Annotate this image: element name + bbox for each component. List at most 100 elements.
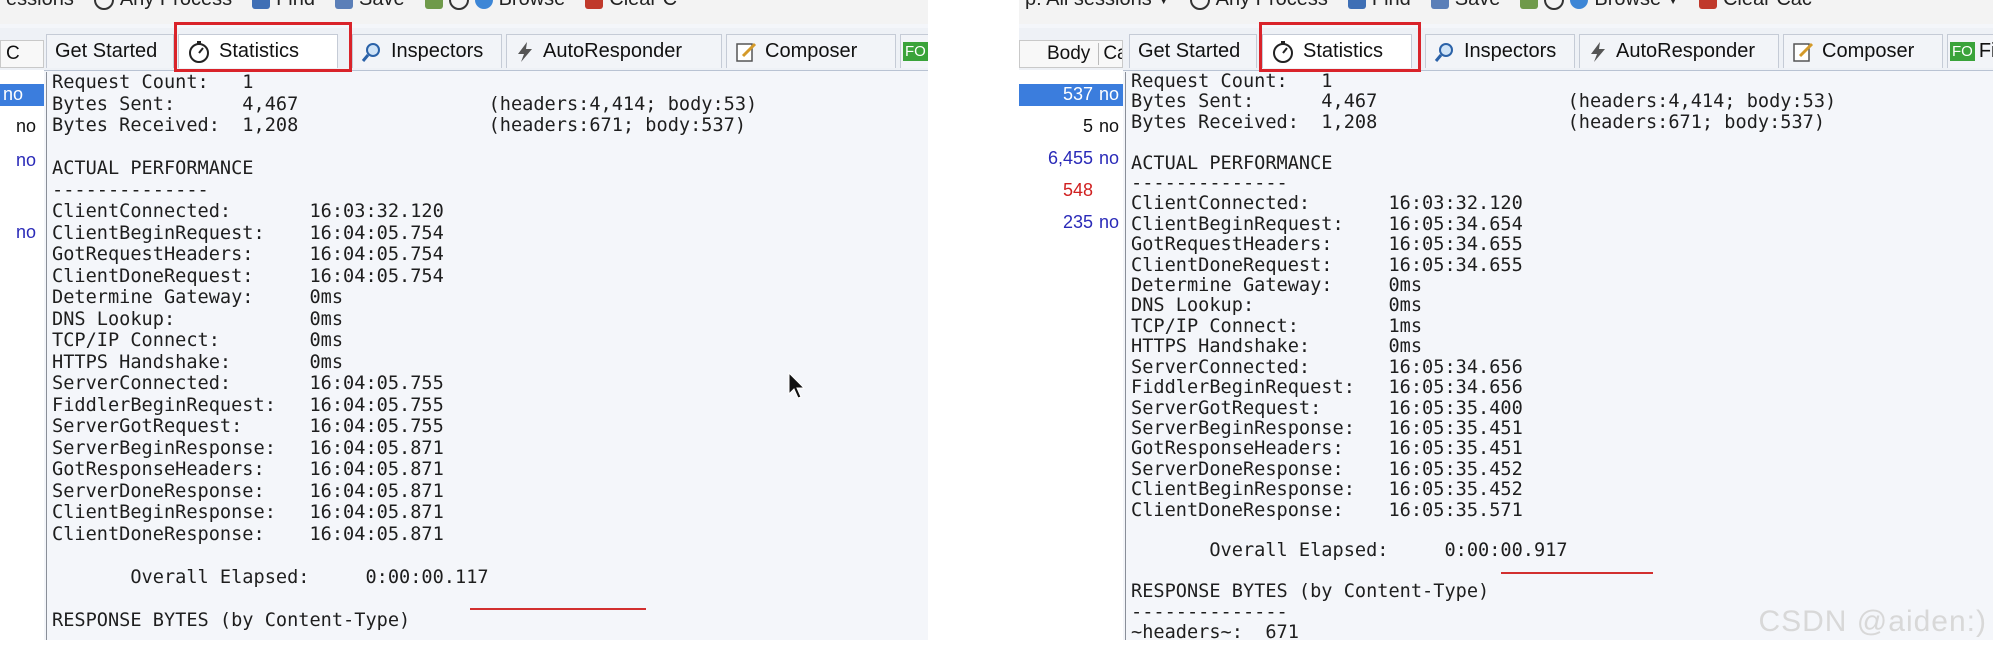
tab-label: Get Started <box>1138 40 1241 62</box>
tab-autoresponder[interactable]: AutoResponder <box>1579 34 1779 68</box>
session-filter-dropdown[interactable]: essions <box>6 0 74 11</box>
browse-button[interactable]: Browse ▼ <box>1520 0 1679 11</box>
list-item[interactable]: no <box>0 84 44 106</box>
lightning-icon <box>1591 41 1605 62</box>
clear-icon <box>585 0 604 9</box>
list-item[interactable]: 5 no <box>1019 116 1123 138</box>
tab-label: Inspectors <box>1464 40 1557 62</box>
tab-label: Fi <box>1978 40 1993 62</box>
body-cell: 235 <box>1062 212 1093 232</box>
clear-cache-button[interactable]: Clear C <box>585 0 677 11</box>
binoculars-icon <box>252 0 271 9</box>
session-filter-label: p: All sessions <box>1025 0 1152 11</box>
chevron-down-icon: ▼ <box>1158 0 1170 7</box>
column-header-caching[interactable]: Ca <box>1098 43 1122 65</box>
tab-label: Get Started <box>55 40 158 62</box>
statistics-pane[interactable]: Request Count: 1 Bytes Sent: 4,467 (head… <box>46 72 928 640</box>
crosshair-icon <box>1189 0 1210 10</box>
browser-icon <box>1570 0 1589 9</box>
tab-autoresponder[interactable]: AutoResponder <box>506 34 722 68</box>
stopwatch-icon <box>448 0 469 10</box>
session-filter-dropdown[interactable]: p: All sessions ▼ <box>1025 0 1170 11</box>
clear-cache-button[interactable]: Clear Cac <box>1698 0 1812 11</box>
timer-icon <box>1520 0 1539 9</box>
timer-icon <box>424 0 443 9</box>
body-cell: 6,455 <box>1047 148 1093 168</box>
save-icon <box>1430 0 1449 9</box>
clear-icon <box>1698 0 1717 9</box>
browse-label: Browse <box>1594 0 1661 11</box>
tab-fiddler-orchestra[interactable]: FO Fi <box>1947 34 1993 68</box>
tab-get-started[interactable]: Get Started <box>1129 34 1257 68</box>
compose-icon <box>1793 42 1814 62</box>
tab-label: Composer <box>765 40 858 62</box>
tab-label: Composer <box>1822 40 1915 62</box>
body-cell: 5 <box>1082 116 1093 136</box>
list-item[interactable]: no <box>16 222 36 243</box>
save-label: Save <box>1455 0 1501 11</box>
fo-icon: FO <box>1950 42 1975 61</box>
find-button[interactable]: Find <box>252 0 315 11</box>
session-grid-header: C <box>0 40 44 68</box>
highlight-box <box>1259 22 1421 72</box>
save-label: Save <box>359 0 405 11</box>
browse-button[interactable]: Browse <box>424 0 566 11</box>
browse-label: Browse <box>499 0 566 11</box>
compose-icon <box>736 42 757 62</box>
tab-composer[interactable]: Composer <box>1783 34 1943 68</box>
binoculars-icon <box>1347 0 1366 9</box>
caching-cell: no <box>1098 212 1119 232</box>
watermark: CSDN @aiden:) <box>1758 605 1987 638</box>
statistics-text: Request Count: 1 Bytes Sent: 4,467 (head… <box>1131 71 1837 640</box>
elapsed-underline <box>1501 572 1653 574</box>
session-grid-header: Body Ca <box>1019 40 1123 68</box>
session-list: no no no no <box>0 70 44 640</box>
caching-cell: no <box>1098 148 1119 168</box>
statistics-text: Request Count: 1 Bytes Sent: 4,467 (head… <box>52 72 758 631</box>
tab-composer[interactable]: Composer <box>726 34 896 68</box>
column-header-body[interactable]: Body <box>1047 43 1090 65</box>
fo-icon: FO <box>903 42 928 61</box>
find-label: Find <box>1372 0 1411 11</box>
tab-label: AutoResponder <box>1616 40 1755 62</box>
list-item[interactable]: no <box>16 116 36 137</box>
caching-cell: no <box>3 84 24 104</box>
find-button[interactable]: Find <box>1347 0 1411 11</box>
list-item[interactable]: 235 no <box>1019 212 1123 234</box>
chevron-down-icon: ▼ <box>1667 0 1679 7</box>
any-process-label: Any Process <box>120 0 232 11</box>
caching-cell: no <box>16 116 37 136</box>
any-process-button[interactable]: Any Process <box>93 0 232 11</box>
list-item[interactable]: 537 no <box>1019 84 1123 106</box>
list-item[interactable]: 548 <box>1019 180 1123 202</box>
caching-cell: no <box>1098 84 1119 104</box>
highlight-box <box>174 22 352 72</box>
tab-inspectors[interactable]: Inspectors <box>1425 34 1575 68</box>
elapsed-underline <box>470 608 646 610</box>
save-icon <box>334 0 353 9</box>
mouse-cursor-icon <box>788 372 806 399</box>
session-filter-label: essions <box>6 0 74 11</box>
tab-get-started[interactable]: Get Started <box>46 34 174 68</box>
tab-label: AutoResponder <box>543 40 682 62</box>
find-label: Find <box>276 0 315 11</box>
save-button[interactable]: Save <box>334 0 405 11</box>
list-item[interactable]: 6,455 no <box>1019 148 1123 170</box>
statistics-pane[interactable]: Request Count: 1 Bytes Sent: 4,467 (head… <box>1125 71 1993 640</box>
column-header-caching[interactable]: C <box>6 43 20 65</box>
any-process-button[interactable]: Any Process <box>1189 0 1328 11</box>
main-toolbar: essions Any Process Find Save Browse Cle… <box>0 0 928 24</box>
main-toolbar: p: All sessions ▼ Any Process Find Save B… <box>1019 0 1993 24</box>
clear-cache-label: Clear Cac <box>1723 0 1812 11</box>
stopwatch-icon <box>1544 0 1565 10</box>
any-process-label: Any Process <box>1216 0 1328 11</box>
tab-label: Inspectors <box>391 40 484 62</box>
list-item[interactable]: no <box>16 150 36 171</box>
tab-inspectors[interactable]: Inspectors <box>352 34 502 68</box>
save-button[interactable]: Save <box>1430 0 1501 11</box>
magnifier-icon <box>361 42 380 62</box>
tab-fiddler-orchestra[interactable]: FO <box>900 34 928 68</box>
caching-cell: no <box>16 222 37 242</box>
clear-cache-label: Clear C <box>609 0 677 11</box>
crosshair-icon <box>93 0 114 10</box>
